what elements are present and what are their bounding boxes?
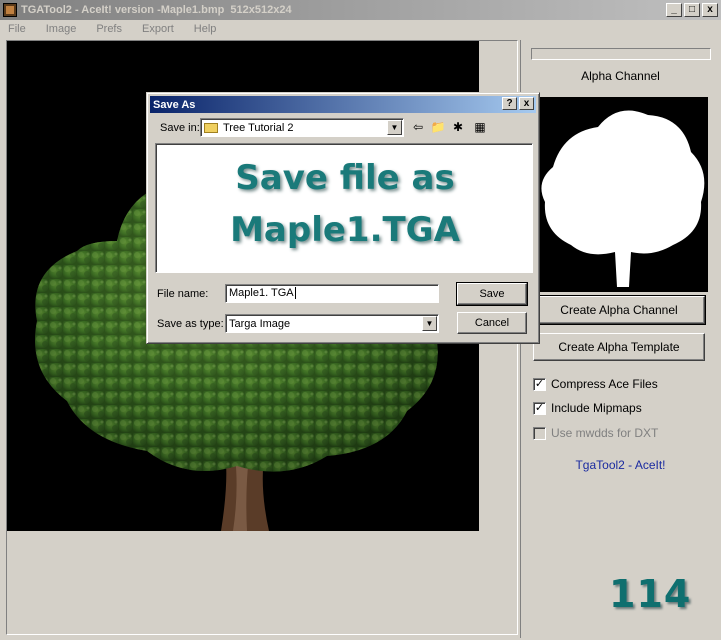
menu-export[interactable]: Export <box>136 23 180 35</box>
chevron-down-icon[interactable]: ▼ <box>387 120 402 135</box>
page-number: 114 <box>609 572 692 616</box>
help-button[interactable]: ? <box>502 97 517 110</box>
menu-file[interactable]: File <box>4 23 32 35</box>
chevron-down-icon[interactable]: ▼ <box>422 316 437 331</box>
create-alpha-channel-button[interactable]: Create Alpha Channel <box>532 295 706 325</box>
save-in-label: Save in: <box>160 122 200 134</box>
close-button[interactable]: x <box>702 3 718 17</box>
create-alpha-template-button[interactable]: Create Alpha Template <box>533 333 705 361</box>
menu-prefs[interactable]: Prefs <box>90 23 128 35</box>
new-folder-icon[interactable]: ✱ <box>449 119 467 135</box>
file-name-input[interactable]: Maple1. TGA <box>225 284 439 303</box>
dialog-title: Save As <box>153 98 196 111</box>
overlay-text-line2: Maple1.TGA <box>230 210 460 250</box>
include-mipmaps-label: Include Mipmaps <box>551 401 642 415</box>
compress-ace-checkbox[interactable]: ✓ <box>533 377 546 391</box>
file-name-value: Maple1. TGA <box>229 287 294 299</box>
right-panel: Alpha Channel Create Alpha Channel Creat… <box>520 40 719 638</box>
menu-help[interactable]: Help <box>188 23 223 35</box>
app-icon <box>3 3 17 17</box>
save-as-dialog: Save As ? x Save in: Tree Tutorial 2 ▼ ⇦… <box>146 92 540 344</box>
include-mipmaps-checkbox[interactable]: ✓ <box>533 401 546 415</box>
minimize-button[interactable]: _ <box>666 3 682 17</box>
use-mwdds-option: Use mwdds for DXT <box>533 426 658 440</box>
alpha-tree-silhouette <box>541 110 705 287</box>
save-as-type-value: Targa Image <box>229 317 291 330</box>
dialog-close-button[interactable]: x <box>519 97 534 110</box>
use-mwdds-checkbox <box>533 426 546 440</box>
view-menu-icon[interactable]: ▦ <box>471 119 489 135</box>
menu-bar: File Image Prefs Export Help <box>0 20 721 38</box>
save-in-dropdown[interactable]: Tree Tutorial 2 ▼ <box>200 118 404 137</box>
cancel-button[interactable]: Cancel <box>457 312 527 334</box>
file-name-label: File name: <box>157 288 209 300</box>
dialog-controls: ? x <box>502 97 534 110</box>
save-in-value: Tree Tutorial 2 <box>223 121 294 134</box>
alpha-preview <box>533 97 708 292</box>
maximize-button[interactable]: □ <box>684 3 700 17</box>
overlay-text-line1: Save file as <box>235 158 455 198</box>
save-as-type-dropdown[interactable]: Targa Image ▼ <box>225 314 439 333</box>
use-mwdds-label: Use mwdds for DXT <box>551 426 659 440</box>
progress-bar <box>531 48 711 60</box>
alpha-channel-label: Alpha Channel <box>581 69 660 83</box>
folder-icon <box>204 122 218 133</box>
dialog-titlebar[interactable]: Save As ? x <box>150 96 536 113</box>
menu-image[interactable]: Image <box>40 23 83 35</box>
app-footer-text: TgaTool2 - AceIt! <box>575 458 666 472</box>
compress-ace-option[interactable]: ✓ Compress Ace Files <box>533 377 658 391</box>
up-folder-icon[interactable]: 📁 <box>429 119 447 135</box>
window-title: TGATool2 - AceIt! version -Maple1.bmp 51… <box>21 4 292 16</box>
save-button[interactable]: Save <box>456 282 528 306</box>
include-mipmaps-option[interactable]: ✓ Include Mipmaps <box>533 401 642 415</box>
compress-ace-label: Compress Ace Files <box>551 377 658 391</box>
back-arrow-icon[interactable]: ⇦ <box>409 119 427 135</box>
file-list[interactable]: Save file as Maple1.TGA <box>155 143 533 273</box>
save-as-type-label: Save as type: <box>157 318 224 330</box>
main-titlebar[interactable]: TGATool2 - AceIt! version -Maple1.bmp 51… <box>0 0 721 20</box>
window-controls: _ □ x <box>666 3 718 17</box>
